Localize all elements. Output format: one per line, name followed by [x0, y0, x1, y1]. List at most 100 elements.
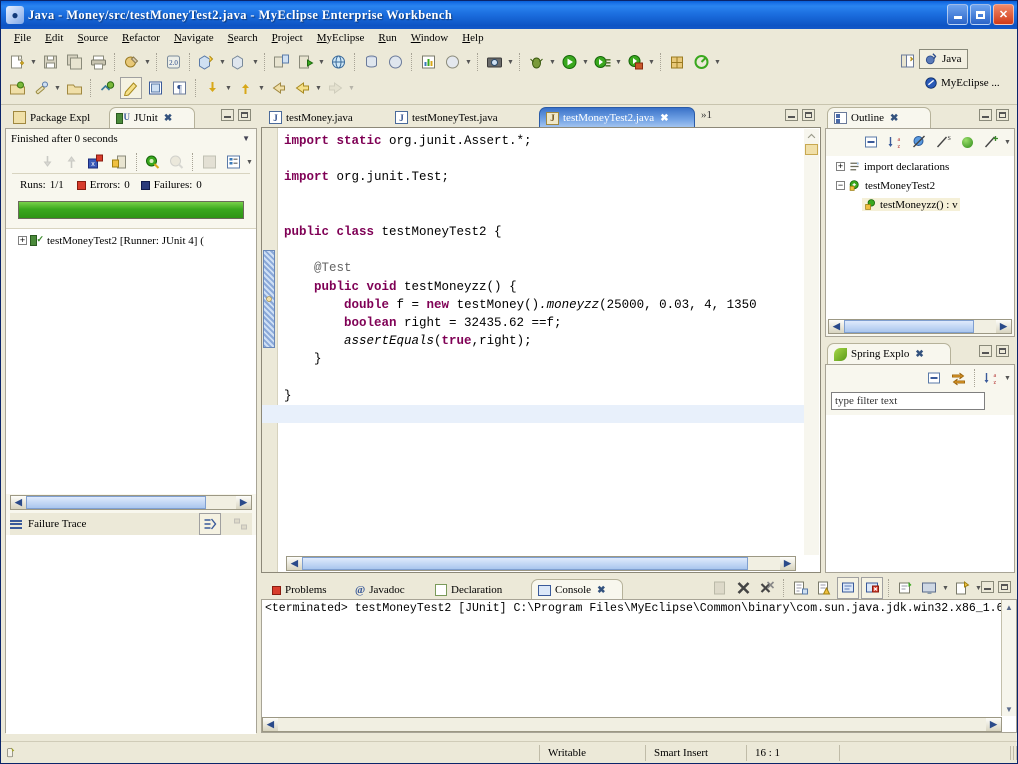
run-external-tools-icon[interactable]	[591, 51, 613, 73]
tab-package-explorer[interactable]: Package Expl	[7, 107, 107, 128]
sort-icon[interactable]: az	[884, 131, 906, 153]
sort-icon[interactable]: az	[980, 367, 1002, 389]
hide-nonpublic-icon[interactable]	[956, 131, 978, 153]
scroll-right-icon[interactable]: ▶	[236, 496, 251, 509]
new-wizard-icon[interactable]	[6, 51, 28, 73]
snapshot-icon[interactable]	[483, 51, 505, 73]
show-whitespace-icon[interactable]: ¶	[168, 77, 190, 99]
menu-item-file[interactable]: File	[7, 31, 38, 45]
new-package-icon[interactable]	[195, 51, 217, 73]
scroll-left-icon[interactable]: ◀	[287, 557, 302, 570]
minimize-view-button[interactable]	[979, 345, 992, 357]
maximize-view-button[interactable]	[996, 345, 1009, 357]
package-tools-dropdown-icon[interactable]: ▼	[251, 51, 260, 73]
scroll-thumb[interactable]	[302, 557, 748, 570]
spring-view-menu-icon[interactable]: ▼	[1003, 367, 1012, 389]
toggle-markup-icon[interactable]	[120, 77, 142, 99]
menu-item-project[interactable]: Project	[265, 31, 310, 45]
search-icon[interactable]	[30, 77, 52, 99]
collapse-icon[interactable]: −	[836, 181, 845, 190]
tab-javadoc[interactable]: @ Javadoc	[349, 579, 427, 600]
expand-icon[interactable]: +	[836, 162, 845, 171]
outline-row-class[interactable]: − testMoneyTest2	[836, 179, 935, 192]
tab-testmoney-java[interactable]: J testMoney.java	[263, 107, 387, 128]
menu-item-navigate[interactable]: Navigate	[167, 31, 221, 45]
junit-test-tree[interactable]: + ✓ testMoneyTest2 [Runner: JUnit 4] (	[6, 229, 256, 494]
package-tools-icon[interactable]	[228, 51, 250, 73]
hide-fields-icon[interactable]	[908, 131, 930, 153]
db-browser-icon[interactable]	[384, 51, 406, 73]
junit-view-menu-icon[interactable]	[222, 151, 244, 173]
new-wizard-dropdown-icon[interactable]: ▼	[29, 51, 38, 73]
close-button[interactable]: ✕	[993, 4, 1014, 25]
new-java-project-icon[interactable]	[666, 51, 688, 73]
toggle-block-selection-icon[interactable]	[144, 77, 166, 99]
code-text-area[interactable]: import static org.junit.Assert.*; import…	[262, 128, 804, 572]
next-annotation-dropdown-icon[interactable]: ▼	[224, 77, 233, 99]
console-hscrollbar[interactable]: ◀ ▶	[262, 717, 1002, 732]
run-server-dropdown-icon[interactable]: ▼	[317, 51, 326, 73]
tab-problems[interactable]: Problems	[263, 579, 347, 600]
stop-icon[interactable]: x	[85, 151, 107, 173]
save-all-icon[interactable]	[63, 51, 85, 73]
build-icon[interactable]	[120, 51, 142, 73]
hide-static-icon[interactable]: S	[932, 131, 954, 153]
warning-marker-icon[interactable]	[805, 144, 818, 155]
show-stacktrace-icon[interactable]	[198, 151, 220, 173]
maximize-view-button[interactable]	[998, 581, 1011, 593]
hide-local-icon[interactable]	[980, 131, 1002, 153]
collapse-marker-icon[interactable]	[806, 131, 817, 142]
scroll-right-icon[interactable]: ▶	[996, 320, 1011, 333]
minimize-editor-button[interactable]	[785, 109, 798, 121]
perspective-java[interactable]: Java	[919, 49, 968, 69]
console-display-dropdown-icon[interactable]: ▼	[941, 577, 950, 599]
rerun-failed-icon[interactable]	[165, 151, 187, 173]
build-dropdown-icon[interactable]: ▼	[143, 51, 152, 73]
run-server-icon[interactable]	[294, 51, 316, 73]
rerun-test-icon[interactable]	[142, 151, 164, 173]
forward-icon[interactable]	[324, 77, 346, 99]
tab-outline[interactable]: Outline ✖	[827, 107, 931, 128]
outline-row-imports[interactable]: + import declarations	[836, 160, 949, 173]
perspective-myeclipse[interactable]: MyEclipse ...	[919, 74, 1005, 92]
search-dropdown-icon[interactable]: ▼	[53, 77, 62, 99]
menu-item-refactor[interactable]: Refactor	[115, 31, 167, 45]
report-dropdown-icon[interactable]: ▼	[464, 51, 473, 73]
j2ee-2.0-icon[interactable]: 2.0	[162, 51, 184, 73]
back-icon[interactable]	[291, 77, 313, 99]
clear-console-icon[interactable]	[708, 577, 730, 599]
minimize-view-button[interactable]	[221, 109, 234, 121]
close-icon[interactable]: ✖	[597, 585, 605, 596]
scroll-down-icon[interactable]: ▼	[1003, 702, 1016, 716]
run-secure-icon[interactable]	[624, 51, 646, 73]
junit-menu-dropdown-icon[interactable]: ▼	[245, 151, 254, 173]
scroll-thumb[interactable]	[844, 320, 974, 333]
db-explorer-icon[interactable]	[360, 51, 382, 73]
console-body[interactable]: <terminated> testMoneyTest2 [JUnit] C:\P…	[261, 599, 1017, 733]
minimize-button[interactable]	[947, 4, 968, 25]
report-preview-icon[interactable]	[441, 51, 463, 73]
open-type-icon[interactable]	[6, 77, 28, 99]
close-icon[interactable]: ✖	[164, 113, 172, 124]
scroll-lock-icon[interactable]	[894, 577, 916, 599]
open-resource-icon[interactable]	[63, 77, 85, 99]
outline-tree[interactable]: + import declarations − testMoneyTest2 t…	[826, 156, 1014, 320]
menu-item-search[interactable]: Search	[221, 31, 265, 45]
spring-filter-input[interactable]: type filter text	[831, 392, 985, 410]
collapse-all-icon[interactable]	[923, 367, 945, 389]
tab-testmoneytest-java[interactable]: J testMoneyTest.java	[389, 107, 537, 128]
display-selected-console-icon[interactable]	[789, 577, 811, 599]
console-vscrollbar[interactable]: ▲ ▼	[1001, 600, 1016, 716]
editor-sash-handle[interactable]	[263, 250, 275, 348]
editor-tab-overflow[interactable]: »1	[701, 109, 712, 121]
menu-item-source[interactable]: Source	[70, 31, 115, 45]
browser-icon[interactable]	[327, 51, 349, 73]
editor-body[interactable]: import static org.junit.Assert.*; import…	[261, 127, 821, 573]
scroll-left-icon[interactable]: ◀	[11, 496, 26, 509]
scroll-thumb[interactable]	[26, 496, 206, 509]
next-annotation-icon[interactable]	[201, 77, 223, 99]
menu-item-edit[interactable]: Edit	[38, 31, 70, 45]
debug-dropdown-icon[interactable]: ▼	[548, 51, 557, 73]
lock-icon[interactable]	[109, 151, 131, 173]
previous-failed-icon[interactable]	[61, 151, 83, 173]
